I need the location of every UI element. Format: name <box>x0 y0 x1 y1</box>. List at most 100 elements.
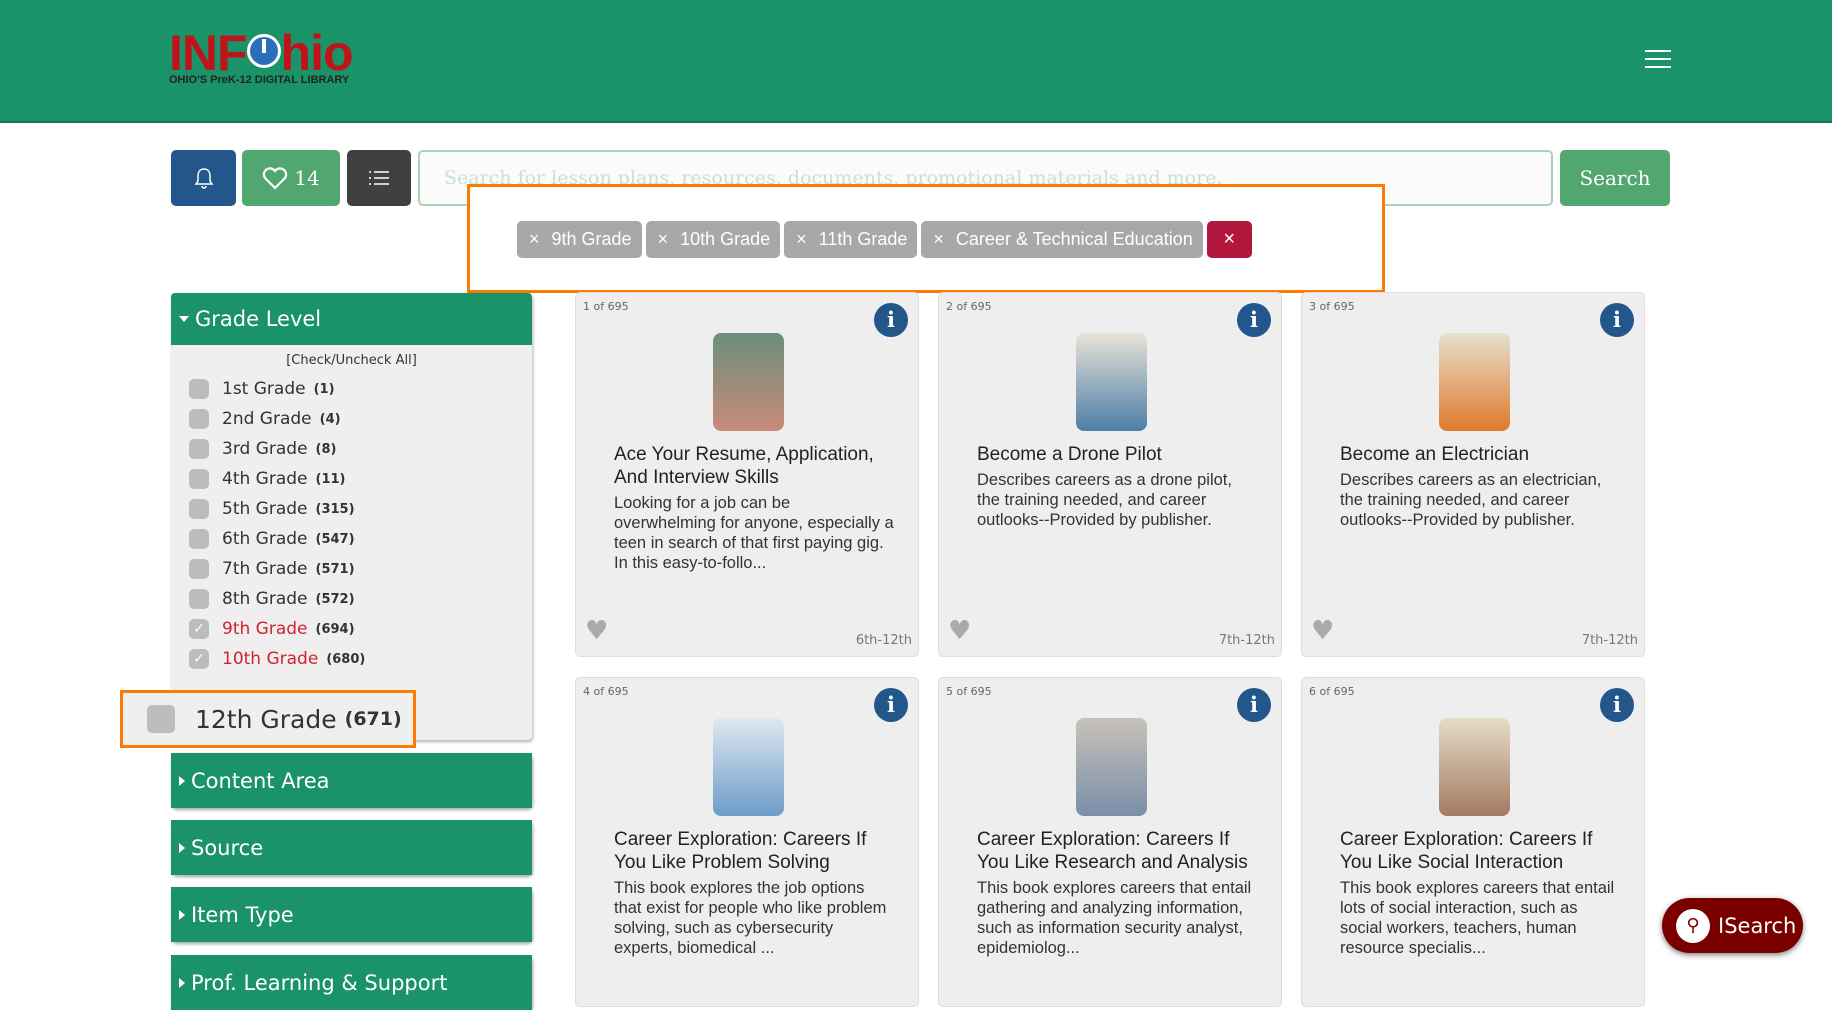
chip-label: Career & Technical Education <box>955 229 1193 249</box>
resource-card[interactable]: 4 of 695 i Career Exploration: Careers I… <box>575 677 919 1007</box>
resource-card[interactable]: 2 of 695 i Become a Drone Pilot Describes… <box>938 292 1282 657</box>
result-index: 5 of 695 <box>946 685 992 698</box>
hamburger-icon[interactable] <box>1645 50 1671 70</box>
panel-title: Item Type <box>191 902 294 927</box>
grade-option[interactable]: 7th Grade (571) <box>171 554 532 584</box>
result-index: 6 of 695 <box>1309 685 1355 698</box>
book-cover-image[interactable] <box>713 718 784 816</box>
checkbox[interactable]: ✓ <box>189 619 209 639</box>
grade-range: 7th-12th <box>1581 633 1638 648</box>
checkbox[interactable] <box>189 559 209 579</box>
grade-option[interactable]: ✓ 9th Grade (694) <box>171 614 532 644</box>
grade-label: 12th Grade <box>195 704 337 734</box>
infohio-logo[interactable]: INF hio OHIO'S PreK-12 DIGITAL LIBRARY <box>169 28 354 86</box>
checkbox[interactable] <box>189 499 209 519</box>
info-icon[interactable]: i <box>1600 303 1634 337</box>
book-cover-image[interactable] <box>1076 718 1147 816</box>
favorites-button[interactable]: 14 <box>242 150 340 206</box>
isearch-label: ISearch <box>1718 913 1797 938</box>
checkbox[interactable] <box>189 469 209 489</box>
checkbox[interactable] <box>189 409 209 429</box>
card-title[interactable]: Career Exploration: Careers If You Like … <box>614 828 894 874</box>
book-cover-image[interactable] <box>1439 718 1510 816</box>
search-button[interactable]: Search <box>1560 150 1670 206</box>
favorites-count: 14 <box>294 166 320 190</box>
card-title[interactable]: Career Exploration: Careers If You Like … <box>1340 828 1620 874</box>
close-icon: × <box>1223 228 1236 250</box>
checkbox[interactable] <box>147 705 175 733</box>
checkbox[interactable] <box>189 439 209 459</box>
notifications-button[interactable] <box>171 150 236 206</box>
grade-label: 3rd Grade <box>222 439 308 459</box>
result-index: 1 of 695 <box>583 300 629 313</box>
card-title[interactable]: Ace Your Resume, Application, And Interv… <box>614 443 894 489</box>
book-cover-image[interactable] <box>1076 333 1147 431</box>
grade-count: (571) <box>315 561 355 577</box>
grade-option[interactable]: 8th Grade (572) <box>171 584 532 614</box>
list-icon <box>369 171 389 185</box>
heart-icon[interactable]: ♥ <box>1311 616 1334 646</box>
heart-icon <box>263 167 288 190</box>
info-icon[interactable]: i <box>1600 688 1634 722</box>
grade-option[interactable]: ✓ 10th Grade (680) <box>171 644 532 674</box>
check-uncheck-all-link[interactable]: [Check/Uncheck All] <box>171 353 532 368</box>
checkbox[interactable] <box>189 589 209 609</box>
card-title[interactable]: Become a Drone Pilot <box>977 443 1257 466</box>
item-type-panel[interactable]: Item Type <box>171 887 532 942</box>
panel-title: Source <box>191 835 264 860</box>
chip-label: 10th Grade <box>680 229 771 249</box>
info-icon[interactable]: i <box>1237 688 1271 722</box>
card-description: Looking for a job can be overwhelming fo… <box>614 494 894 572</box>
grade-option-12th-highlight[interactable]: 12th Grade (671) <box>120 690 416 748</box>
caret-down-icon <box>179 316 189 322</box>
grade-option[interactable]: 5th Grade (315) <box>171 494 532 524</box>
checkbox[interactable] <box>189 529 209 549</box>
isearch-button[interactable]: ⚲ ISearch <box>1662 898 1803 953</box>
resource-card[interactable]: 6 of 695 i Career Exploration: Careers I… <box>1301 677 1645 1007</box>
filter-chip-cte[interactable]: × Career & Technical Education <box>921 221 1203 258</box>
resource-card[interactable]: 3 of 695 i Become an Electrician Describe… <box>1301 292 1645 657</box>
resource-card[interactable]: 5 of 695 i Career Exploration: Careers I… <box>938 677 1282 1007</box>
grade-level-header[interactable]: Grade Level <box>171 293 532 345</box>
list-view-button[interactable] <box>347 150 411 206</box>
prof-learning-panel[interactable]: Prof. Learning & Support <box>171 955 532 1010</box>
heart-icon[interactable]: ♥ <box>585 616 608 646</box>
close-icon: × <box>796 229 807 249</box>
clear-all-filters-button[interactable]: × <box>1206 221 1252 258</box>
info-icon[interactable]: i <box>874 688 908 722</box>
chip-label: 9th Grade <box>551 229 632 249</box>
filter-chip-11th-grade[interactable]: × 11th Grade <box>784 221 918 258</box>
grade-option[interactable]: 2nd Grade (4) <box>171 404 532 434</box>
grade-count: (1) <box>313 381 335 397</box>
card-description: This book explores the job options that … <box>614 879 887 957</box>
close-icon: × <box>657 229 669 249</box>
grade-option[interactable]: 3rd Grade (8) <box>171 434 532 464</box>
content-area-panel[interactable]: Content Area <box>171 753 532 808</box>
filter-chip-10th-grade[interactable]: × 10th Grade <box>645 221 781 258</box>
resource-card[interactable]: 1 of 695 i Ace Your Resume, Application,… <box>575 292 919 657</box>
result-index: 2 of 695 <box>946 300 992 313</box>
info-icon[interactable]: i <box>874 303 908 337</box>
grade-option[interactable]: 4th Grade (11) <box>171 464 532 494</box>
grade-label: 5th Grade <box>222 499 308 519</box>
caret-right-icon <box>179 977 185 988</box>
info-icon[interactable]: i <box>1237 303 1271 337</box>
result-index: 4 of 695 <box>583 685 629 698</box>
grade-count: (547) <box>315 531 355 547</box>
source-panel[interactable]: Source <box>171 820 532 875</box>
grade-count: (671) <box>344 708 402 730</box>
grade-option[interactable]: 1st Grade (1) <box>171 374 532 404</box>
card-title[interactable]: Become an Electrician <box>1340 443 1620 466</box>
book-cover-image[interactable] <box>1439 333 1510 431</box>
close-icon: × <box>933 229 944 249</box>
grade-option[interactable]: 6th Grade (547) <box>171 524 532 554</box>
active-filter-chips: × 9th Grade × 10th Grade × 11th Grade × Care… <box>517 221 1252 258</box>
book-cover-image[interactable] <box>713 333 784 431</box>
filter-chip-9th-grade[interactable]: × 9th Grade <box>517 221 642 258</box>
heart-icon[interactable]: ♥ <box>948 616 971 646</box>
grade-label: 2nd Grade <box>222 409 312 429</box>
power-icon <box>246 34 281 68</box>
checkbox[interactable]: ✓ <box>189 649 209 669</box>
checkbox[interactable] <box>189 379 209 399</box>
card-title[interactable]: Career Exploration: Careers If You Like … <box>977 828 1257 874</box>
